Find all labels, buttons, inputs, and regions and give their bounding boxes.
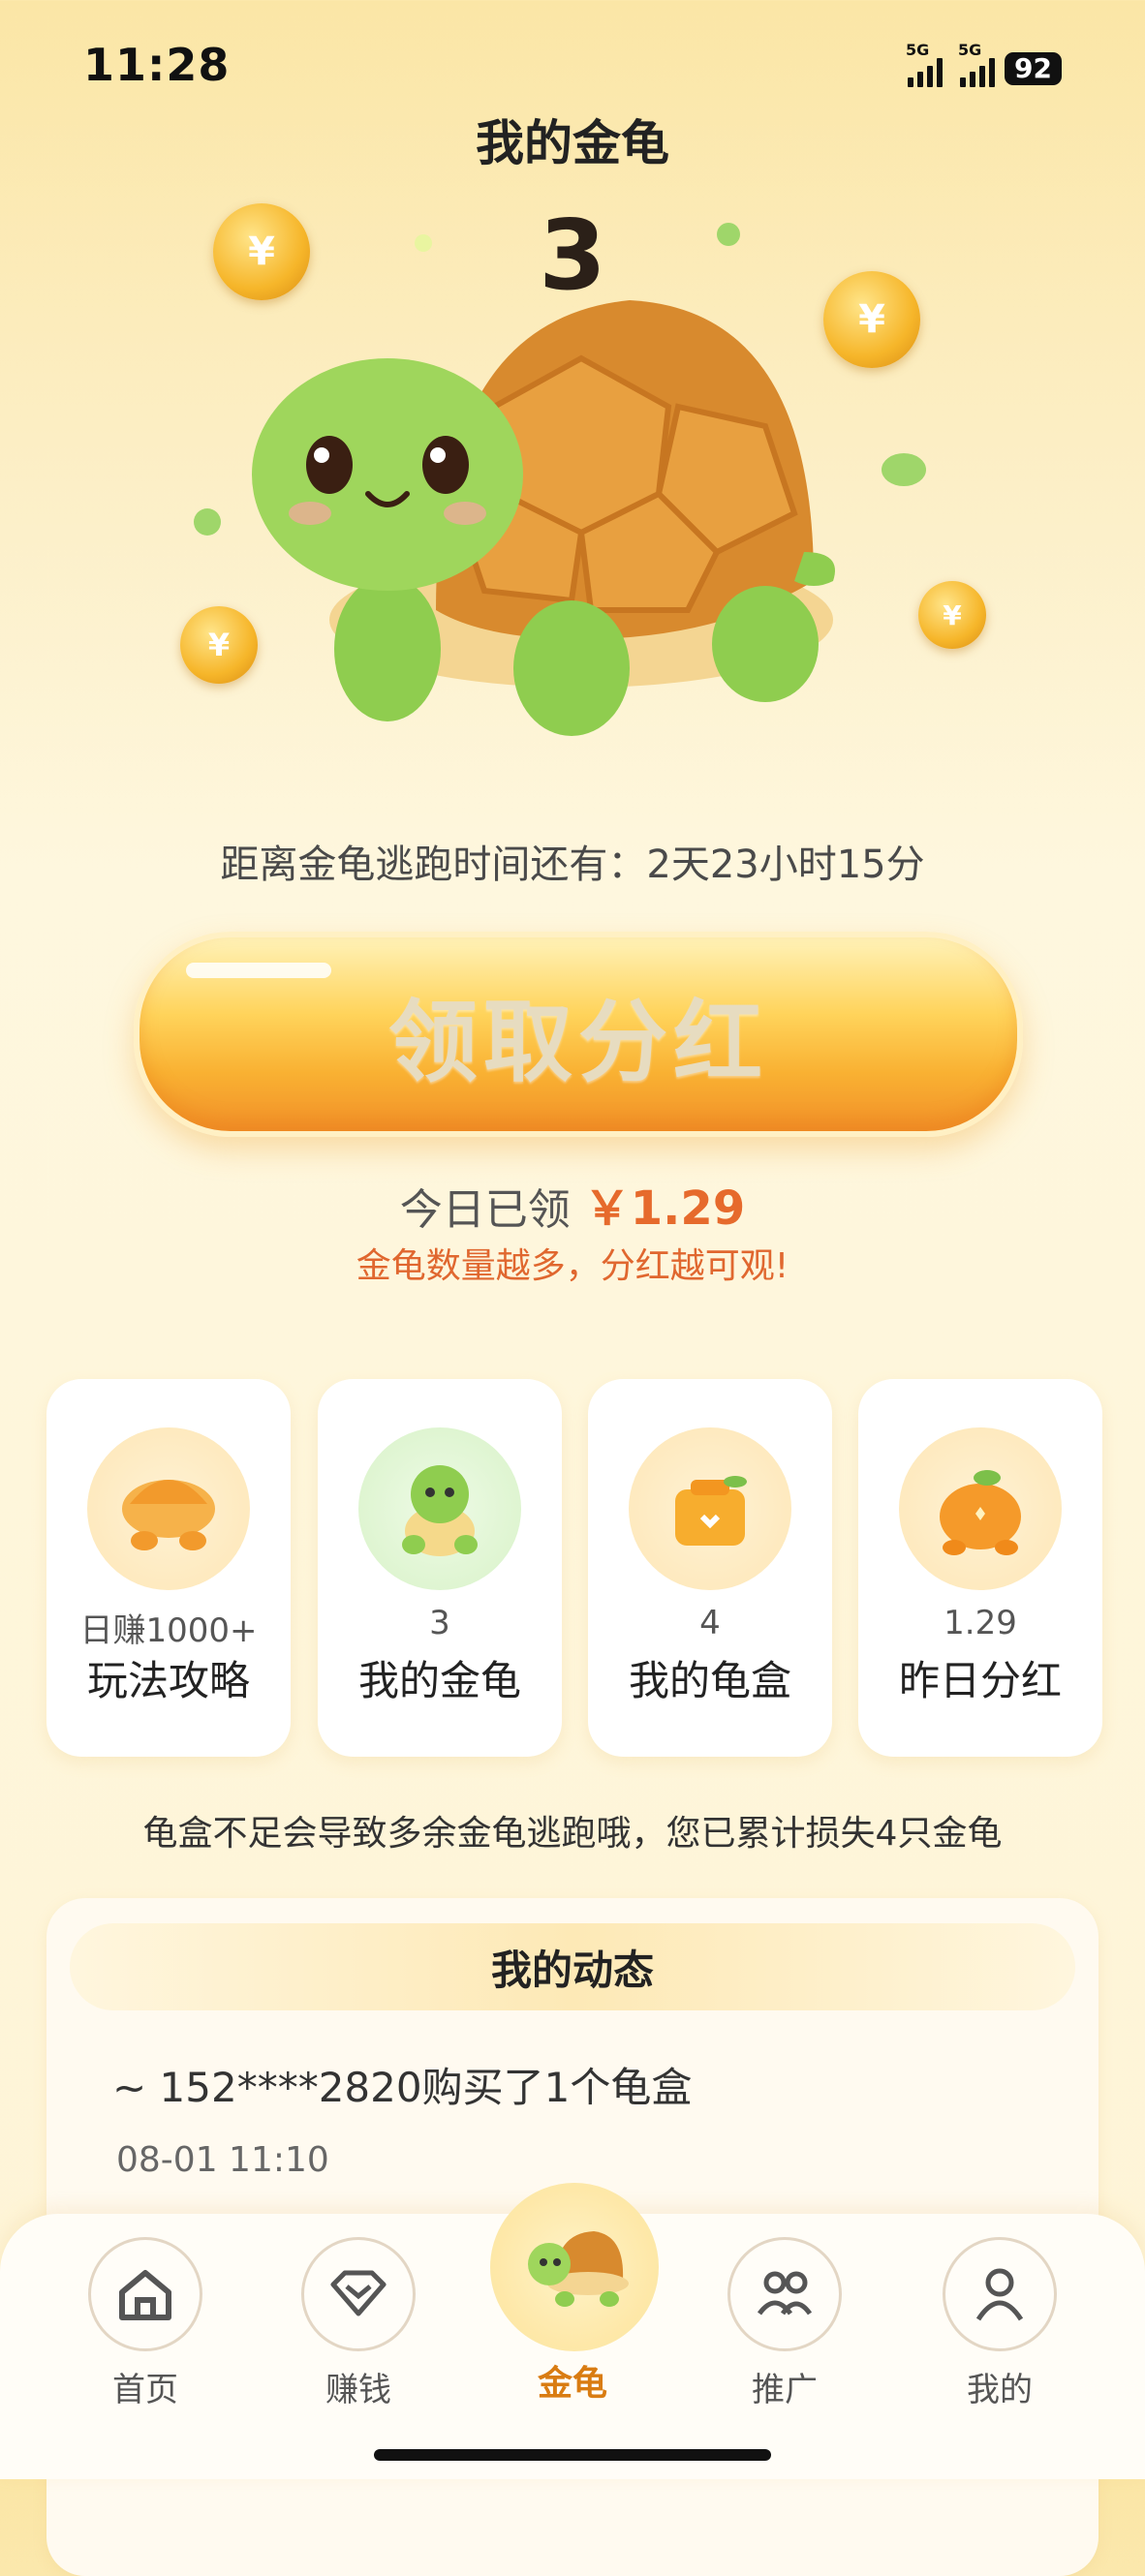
coin-icon: ¥	[918, 581, 986, 649]
card-label: 我的金龟	[357, 1657, 521, 1704]
tab-home[interactable]: 首页	[77, 2237, 213, 2410]
today-claimed-amount: ￥1.29	[583, 1181, 746, 1236]
tab-label: 赚钱	[325, 2371, 391, 2409]
tab-label: 我的	[967, 2371, 1033, 2409]
battery-indicator: 92	[1005, 52, 1062, 85]
coin-icon: ¥	[180, 606, 258, 684]
turtle-icon	[490, 2183, 659, 2351]
card-guide[interactable]: 日赚1000+ 玩法攻略	[46, 1379, 291, 1757]
dividend-tip: 金龟数量越多，分红越可观!	[356, 1246, 789, 1286]
today-claimed-prefix: 今日已领	[399, 1185, 571, 1235]
home-indicator	[374, 2449, 771, 2461]
card-label: 玩法攻略	[86, 1657, 250, 1704]
home-icon	[88, 2237, 202, 2351]
sparkle-icon	[194, 508, 221, 536]
status-indicators: 5G 5G 92	[906, 41, 1062, 87]
loss-warning: 龟盒不足会导致多余金龟逃跑哦，您已累计损失4只金龟	[142, 1814, 1003, 1854]
tab-golden-turtle[interactable]: 金龟	[490, 2183, 659, 2406]
card-my-turtles[interactable]: 3 我的金龟	[318, 1379, 562, 1757]
tab-label: 金龟	[537, 2364, 607, 2404]
card-my-box[interactable]: 4 我的龟盒	[588, 1379, 832, 1757]
signal-label: 5G	[958, 41, 982, 59]
button-shine	[186, 963, 331, 978]
today-claimed: 今日已领 ￥1.29	[0, 1170, 1145, 1238]
sparkle-icon	[415, 234, 432, 252]
coin-icon: ¥	[213, 203, 310, 300]
card-value: 1.29	[944, 1604, 1017, 1642]
tab-label: 首页	[112, 2371, 178, 2409]
activity-item-text: ~ 152****2820购买了1个龟盒	[112, 2064, 693, 2111]
turtle-icon	[358, 1427, 521, 1590]
signal-icon: 5G	[906, 41, 944, 87]
sparkle-icon	[717, 223, 740, 246]
box-icon	[629, 1427, 791, 1590]
activity-title: 我的动态	[70, 1923, 1075, 2010]
escape-countdown: 距离金龟逃跑时间还有：2天23小时15分	[220, 843, 925, 887]
orange-icon	[899, 1427, 1062, 1590]
signal-label: 5G	[906, 41, 930, 59]
claim-button-label: 领取分红	[387, 990, 768, 1094]
people-icon	[727, 2237, 842, 2351]
sparkle-icon	[882, 453, 926, 486]
diamond-icon	[301, 2237, 416, 2351]
card-value: 4	[699, 1604, 721, 1642]
turtle-shell-icon	[87, 1427, 250, 1590]
card-label: 昨日分红	[898, 1657, 1062, 1704]
tab-label: 推广	[752, 2371, 818, 2409]
card-value: 3	[429, 1604, 450, 1642]
signal-icon: 5G	[958, 41, 996, 87]
status-time: 11:28	[83, 39, 231, 91]
coin-icon: ¥	[823, 271, 920, 368]
card-yesterday-dividend[interactable]: 1.29 昨日分红	[858, 1379, 1102, 1757]
activity-item-time: 08-01 11:10	[116, 2140, 329, 2180]
user-icon	[943, 2237, 1057, 2351]
card-label: 我的龟盒	[628, 1657, 791, 1704]
card-value: 日赚1000+	[79, 1611, 258, 1650]
tab-promote[interactable]: 推广	[717, 2237, 852, 2410]
tab-mine[interactable]: 我的	[932, 2237, 1068, 2410]
page-title: 我的金龟	[476, 115, 669, 171]
claim-dividend-button[interactable]: 领取分红	[134, 932, 1023, 1137]
tab-earn[interactable]: 赚钱	[291, 2237, 426, 2410]
